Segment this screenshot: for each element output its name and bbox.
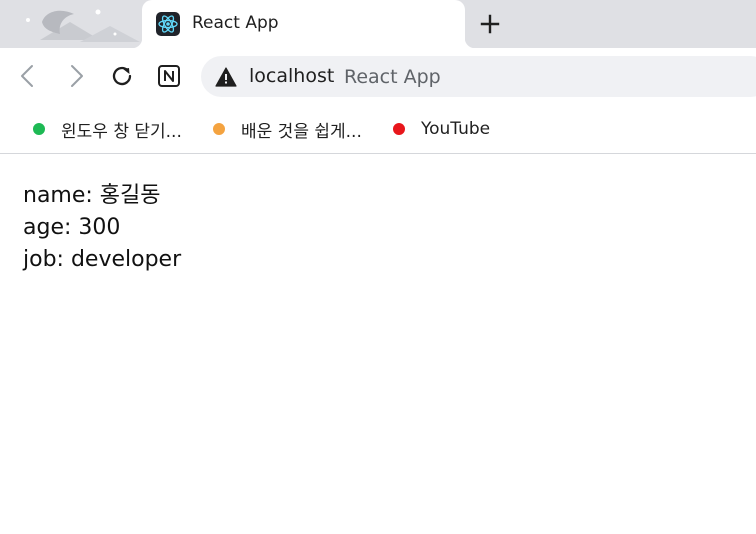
bookmark-dot-icon [393,123,405,135]
react-logo-icon [156,12,180,36]
age-line: age: 300 [23,215,121,240]
tab-title: React App [192,13,279,33]
job-line: job: developer [23,247,182,272]
page-content: name: 홍길동 age: 300 job: developer [23,180,181,276]
bookmark-item[interactable]: 윈도우 창 닫기... [33,118,182,142]
bookmark-item[interactable]: YouTube [393,118,490,140]
bookmark-dot-icon [213,123,225,135]
bookmark-item[interactable]: 배운 것을 쉽게... [213,118,362,142]
plus-icon[interactable] [478,12,502,36]
tab-strip: React App [0,0,756,48]
address-page-title: React App [344,66,441,88]
address-bar[interactable]: localhost React App [201,56,756,97]
theme-decoration-icon [26,9,140,42]
notion-icon[interactable] [155,62,183,90]
bookmark-label: YouTube [421,119,491,139]
address-host: localhost [249,65,335,87]
name-line: name: 홍길동 [23,183,161,208]
active-tab[interactable]: React App [132,0,475,48]
bookmark-dot-icon [33,123,45,135]
back-arrow-icon[interactable] [14,62,42,90]
bookmark-label: 배운 것을 쉽게... [241,121,362,142]
bookmark-label: 윈도우 창 닫기... [61,121,182,142]
warning-triangle-icon[interactable] [215,66,237,88]
forward-arrow-icon[interactable] [62,62,90,90]
reload-icon[interactable] [108,62,136,90]
navigation-toolbar: localhost React App [0,48,756,104]
bookmarks-bar: 윈도우 창 닫기... 배운 것을 쉽게... YouTube [0,104,756,154]
